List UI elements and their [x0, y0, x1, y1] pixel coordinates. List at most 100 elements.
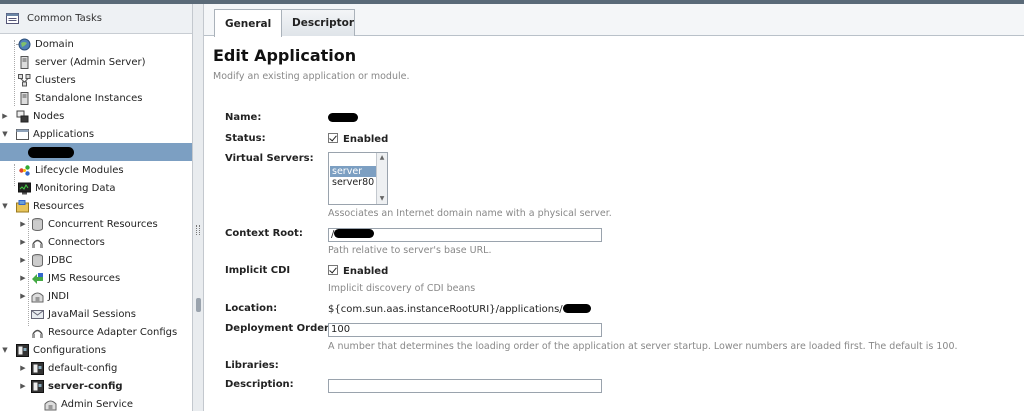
- tree-item-connectors[interactable]: ▶ Connectors: [0, 233, 192, 251]
- tree-item-resources[interactable]: ▼ Resources: [0, 197, 192, 215]
- implicit-cdi-label: Implicit CDI: [225, 265, 291, 276]
- name-label: Name:: [225, 112, 262, 123]
- redacted-context-root: [334, 229, 375, 238]
- tree-item-applications[interactable]: ▼ Applications: [0, 125, 192, 143]
- tree-item-jndi[interactable]: ▶ JNDI: [0, 287, 192, 305]
- collapse-arrow-icon[interactable]: ▼: [0, 346, 10, 354]
- tree-item-concurrent-resources[interactable]: ▶ Concurrent Resources: [0, 215, 192, 233]
- jms-icon: [32, 272, 43, 284]
- virtual-server-option-server[interactable]: server: [330, 166, 376, 177]
- tree-item-jdbc[interactable]: ▶ JDBC: [0, 251, 192, 269]
- main-content: General Descriptor Edit Application Modi…: [204, 4, 1024, 411]
- nodes-icon: [16, 110, 29, 122]
- connector-icon: [32, 239, 43, 248]
- splitter-grip-icon[interactable]: [196, 225, 200, 235]
- tree-item-label: JNDI: [48, 290, 70, 302]
- config-icon: [31, 379, 44, 393]
- implicit-cdi-checkbox[interactable]: [328, 265, 338, 275]
- common-tasks-label: Common Tasks: [27, 13, 103, 24]
- tree-item-label: Configurations: [33, 344, 107, 356]
- tree-item-lifecycle-modules[interactable]: Lifecycle Modules: [0, 161, 192, 179]
- virtual-servers-help: Associates an Internet domain name with …: [328, 208, 612, 219]
- collapse-arrow-icon[interactable]: ▼: [0, 130, 10, 138]
- tree-item-label: Domain: [35, 38, 74, 50]
- tree-item-jms-resources[interactable]: ▶ JMS Resources: [0, 269, 192, 287]
- database-icon: [32, 253, 43, 267]
- tree-item-monitoring-data[interactable]: Monitoring Data: [0, 179, 192, 197]
- tree-item-standalone-instances[interactable]: Standalone Instances: [0, 89, 192, 107]
- context-root-input[interactable]: /: [328, 228, 602, 242]
- tree-item-label: Connectors: [48, 236, 105, 248]
- virtual-server-option-server80[interactable]: server80: [330, 177, 376, 188]
- resources-icon: [16, 199, 29, 212]
- panel-splitter[interactable]: [192, 4, 204, 411]
- tree-item-label: Monitoring Data: [35, 182, 116, 194]
- tree-scrollbar-thumb[interactable]: [196, 298, 201, 312]
- monitor-icon: [18, 182, 31, 194]
- server-icon: [20, 91, 29, 105]
- jndi-icon: [31, 292, 44, 302]
- redacted-name: [328, 113, 358, 122]
- tree-item-admin-service[interactable]: Admin Service: [0, 395, 192, 411]
- tree-item-label: Resource Adapter Configs: [48, 326, 178, 338]
- status-field: Enabled: [328, 133, 388, 145]
- database-icon: [32, 217, 43, 231]
- implicit-cdi-field: Enabled: [328, 265, 388, 277]
- scroll-up-icon[interactable]: ▲: [377, 153, 387, 163]
- common-tasks-header[interactable]: Common Tasks: [0, 4, 192, 34]
- expand-arrow-icon[interactable]: ▶: [18, 220, 28, 228]
- tree-item-resource-adapter-configs[interactable]: Resource Adapter Configs: [0, 323, 192, 341]
- tree-item-label: Resources: [33, 200, 85, 212]
- scroll-down-icon[interactable]: ▼: [377, 194, 387, 204]
- tab-bar: General Descriptor: [204, 4, 1024, 37]
- admin-service-icon: [44, 400, 57, 410]
- expand-arrow-icon[interactable]: ▶: [18, 256, 28, 264]
- implicit-cdi-enabled-label: Enabled: [343, 266, 389, 277]
- tree-item-domain[interactable]: Domain: [0, 35, 192, 53]
- tree-item-default-config[interactable]: ▶ default-config: [0, 359, 192, 377]
- expand-arrow-icon[interactable]: ▶: [18, 274, 28, 282]
- tree-item-server-config[interactable]: ▶ server-config: [0, 377, 192, 395]
- tree-item-server-admin[interactable]: server (Admin Server): [0, 53, 192, 71]
- status-enabled-checkbox[interactable]: [328, 133, 338, 143]
- virtual-servers-label: Virtual Servers:: [225, 153, 314, 164]
- tree-item-selected-application[interactable]: [0, 143, 192, 161]
- tree-item-javamail-sessions[interactable]: JavaMail Sessions: [0, 305, 192, 323]
- tree-item-label: Clusters: [35, 74, 76, 86]
- context-root-help: Path relative to server's base URL.: [328, 245, 492, 256]
- virtual-servers-listbox[interactable]: server server80 ▲ ▼: [328, 152, 388, 205]
- expand-arrow-icon[interactable]: ▶: [18, 292, 28, 300]
- location-label: Location:: [225, 303, 278, 314]
- page-subtitle: Modify an existing application or module…: [213, 71, 410, 82]
- tree-item-clusters[interactable]: Clusters: [0, 71, 192, 89]
- tree-item-nodes[interactable]: ▶ Nodes: [0, 107, 192, 125]
- listbox-scrollbar[interactable]: ▲ ▼: [376, 153, 387, 204]
- status-enabled-label: Enabled: [343, 134, 389, 145]
- tree-item-label: server (Admin Server): [35, 56, 146, 68]
- deployment-order-input[interactable]: 100: [328, 323, 602, 337]
- description-input[interactable]: [328, 379, 602, 393]
- expand-arrow-icon[interactable]: ▶: [0, 112, 10, 120]
- cluster-icon: [18, 73, 31, 86]
- redacted-application-name: [28, 146, 74, 158]
- page-title: Edit Application: [213, 46, 357, 65]
- lifecycle-icon: [19, 164, 30, 176]
- status-label: Status:: [225, 133, 266, 144]
- config-icon: [16, 343, 29, 357]
- tab-descriptor[interactable]: Descriptor: [281, 9, 355, 36]
- description-label: Description:: [225, 379, 294, 390]
- globe-icon: [18, 38, 31, 50]
- tree-item-label: Standalone Instances: [35, 92, 143, 104]
- tree-item-label: JMS Resources: [48, 272, 121, 284]
- expand-arrow-icon[interactable]: ▶: [18, 364, 28, 372]
- expand-arrow-icon[interactable]: ▶: [18, 238, 28, 246]
- tree-item-configurations[interactable]: ▼ Configurations: [0, 341, 192, 359]
- expand-arrow-icon[interactable]: ▶: [18, 382, 28, 390]
- tab-general[interactable]: General: [214, 9, 282, 37]
- navigation-tree: Common Tasks Domain server (Admin Server…: [0, 4, 192, 411]
- common-tasks-icon: [6, 13, 19, 24]
- deployment-order-help: A number that determines the loading ord…: [328, 341, 958, 352]
- collapse-arrow-icon[interactable]: ▼: [0, 202, 10, 210]
- tree-item-label: Admin Service: [61, 398, 134, 410]
- tree-item-label: default-config: [48, 362, 118, 374]
